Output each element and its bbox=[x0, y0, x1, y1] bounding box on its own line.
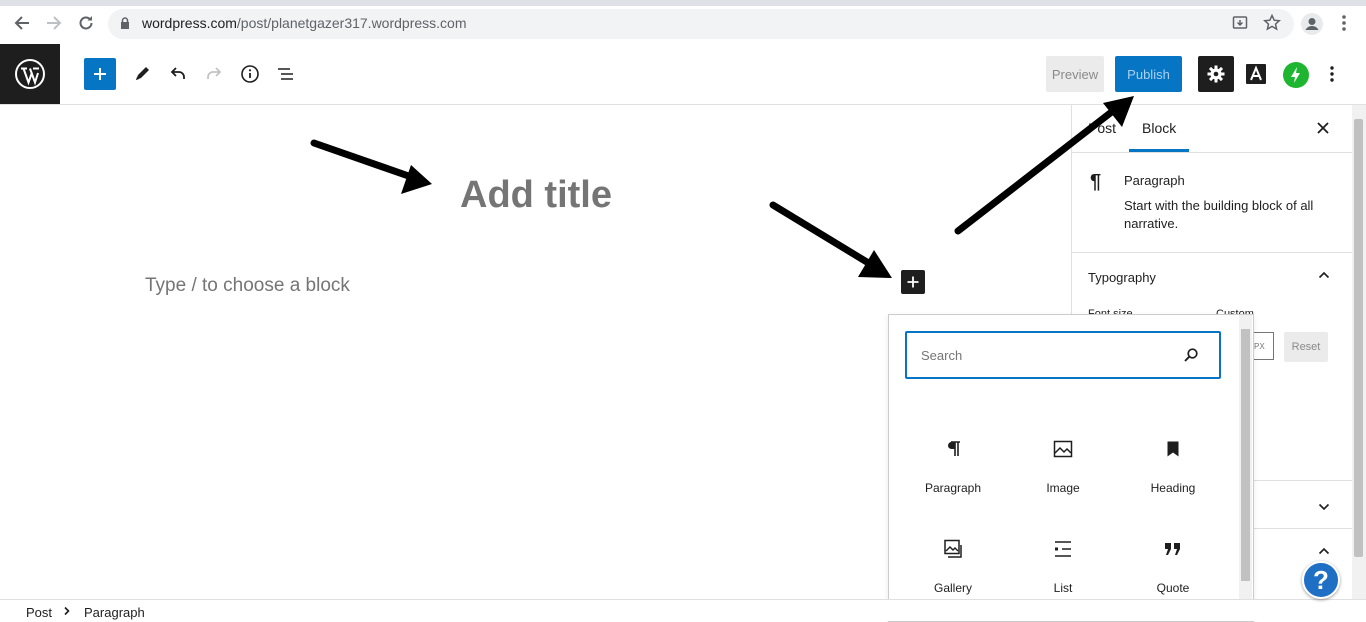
inserter-arrow-head bbox=[858, 250, 892, 278]
breadcrumb-post[interactable]: Post bbox=[26, 605, 52, 620]
breadcrumb-paragraph[interactable]: Paragraph bbox=[84, 605, 145, 620]
block-breadcrumb-bar: Post Paragraph bbox=[0, 599, 1366, 621]
annotation-arrows bbox=[310, 96, 1134, 278]
title-arrow-head bbox=[401, 165, 432, 194]
chevron-right-icon bbox=[63, 606, 71, 616]
help-button[interactable]: ? bbox=[1302, 561, 1340, 599]
